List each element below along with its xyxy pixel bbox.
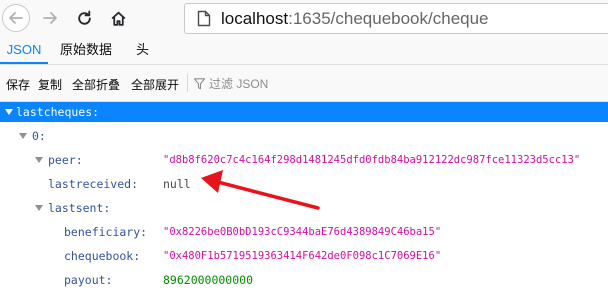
- tab-headers[interactable]: 头: [136, 36, 149, 64]
- tree-row-payout[interactable]: payout: 8962000000000: [0, 270, 608, 290]
- expand-toggle-icon[interactable]: [35, 157, 43, 163]
- expand-toggle-icon[interactable]: [5, 109, 13, 115]
- tab-json[interactable]: JSON: [0, 36, 48, 64]
- home-button[interactable]: [104, 4, 132, 32]
- json-key: peer:: [48, 153, 83, 167]
- tree-row-peer[interactable]: peer: "d8b8f620c7c4c164f298d1481245dfd0f…: [0, 150, 608, 170]
- page-icon: [197, 10, 211, 27]
- home-icon: [111, 11, 125, 26]
- json-key: lastreceived:: [48, 177, 139, 191]
- json-value-string: "d8b8f620c7c4c164f298d1481245dfd0fdb84ba…: [163, 154, 581, 166]
- json-tree: lastcheques: 0: peer: "d8b8f620c7c4c164f…: [0, 102, 608, 292]
- json-toolbar: 保存 复制 全部折叠 全部展开 过滤 JSON: [0, 64, 608, 102]
- json-value-string: "0x8226be0B0bD193cC9344baE76d4389849C46b…: [163, 226, 442, 238]
- browser-toolbar: localhost:1635/chequebook/cheque: [0, 0, 608, 37]
- tree-row-beneficiary[interactable]: beneficiary: "0x8226be0B0bD193cC9344baE7…: [0, 222, 608, 242]
- json-key: lastcheques:: [16, 105, 100, 119]
- expand-toggle-icon[interactable]: [19, 133, 27, 139]
- tree-row-chequebook[interactable]: chequebook: "0x480F1b5719519363414F642de…: [0, 246, 608, 266]
- tree-row-index-0[interactable]: 0:: [0, 126, 608, 146]
- tree-row-lastreceived[interactable]: lastreceived: null: [0, 174, 608, 194]
- tree-row-lastcheques[interactable]: lastcheques:: [0, 102, 608, 122]
- filter-icon: [194, 77, 205, 89]
- json-value-string: "0x480F1b5719519363414F642de0F098c1C7069…: [163, 250, 442, 262]
- json-key: lastsent:: [48, 201, 111, 215]
- url-text[interactable]: localhost:1635/chequebook/cheque: [221, 9, 489, 29]
- forward-arrow-icon: [43, 12, 57, 24]
- forward-button[interactable]: [36, 4, 64, 32]
- expand-all-button[interactable]: 全部展开: [131, 76, 179, 93]
- url-host: localhost: [221, 9, 289, 28]
- tab-raw-data[interactable]: 原始数据: [60, 36, 112, 64]
- collapse-all-button[interactable]: 全部折叠: [72, 76, 120, 93]
- viewer-tabs: JSON 原始数据 头: [0, 36, 608, 64]
- back-arrow-icon: [9, 12, 23, 24]
- reload-icon: [77, 10, 91, 25]
- tree-row-lastsent[interactable]: lastsent:: [0, 198, 608, 218]
- url-path: :1635/chequebook/cheque: [288, 9, 489, 28]
- copy-button[interactable]: 复制: [38, 76, 62, 93]
- reload-button[interactable]: [70, 4, 98, 32]
- json-key: 0:: [32, 129, 46, 143]
- back-button[interactable]: [2, 4, 30, 32]
- json-key: payout:: [64, 273, 113, 287]
- toolbar-divider: [187, 74, 188, 92]
- save-button[interactable]: 保存: [6, 76, 30, 93]
- filter-placeholder: 过滤 JSON: [209, 77, 269, 91]
- json-value-number: 8962000000000: [163, 273, 254, 287]
- filter-json-input[interactable]: 过滤 JSON: [194, 75, 268, 92]
- json-value-null: null: [163, 177, 191, 191]
- expand-toggle-icon[interactable]: [35, 205, 43, 211]
- json-key: beneficiary:: [64, 225, 148, 239]
- url-bar[interactable]: localhost:1635/chequebook/cheque: [184, 3, 608, 34]
- json-key: chequebook:: [64, 249, 141, 263]
